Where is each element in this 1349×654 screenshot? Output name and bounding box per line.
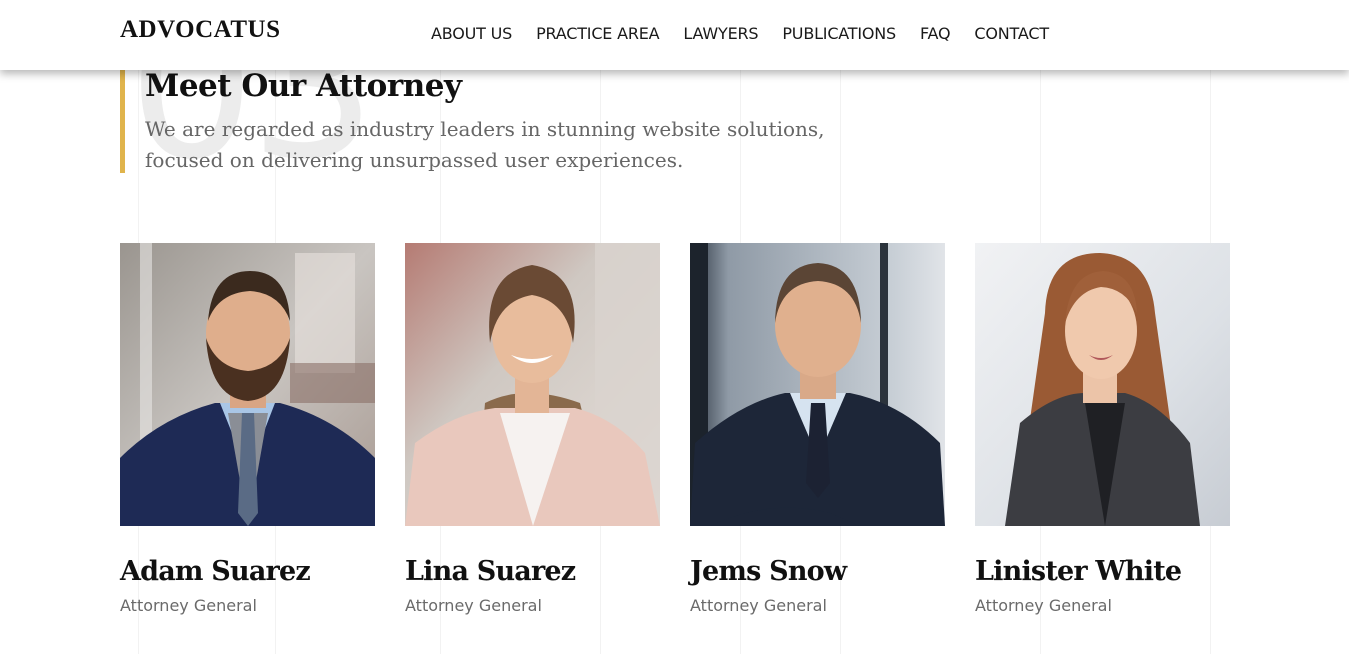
team-grid: Adam Suarez Attorney General Lina Suarez… — [120, 243, 1230, 615]
site-logo[interactable]: ADVOCATUS — [120, 16, 281, 44]
attorney-name[interactable]: Adam Suarez — [120, 556, 375, 587]
accent-bar — [120, 70, 125, 173]
attorney-role: Attorney General — [690, 596, 827, 615]
team-card[interactable]: Linister White Attorney General — [975, 243, 1230, 615]
attorney-role: Attorney General — [975, 596, 1112, 615]
nav-faq[interactable]: FAQ — [920, 24, 951, 43]
nav-contact[interactable]: CONTACT — [974, 24, 1049, 43]
attorney-photo[interactable] — [405, 243, 660, 526]
nav-practice-area[interactable]: PRACTICE AREA — [536, 24, 660, 43]
section-description: We are regarded as industry leaders in s… — [145, 117, 825, 172]
attorney-name[interactable]: Lina Suarez — [405, 556, 660, 587]
nav-lawyers[interactable]: LAWYERS — [683, 24, 758, 43]
nav-publications[interactable]: PUBLICATIONS — [782, 24, 896, 43]
attorney-photo[interactable] — [690, 243, 945, 526]
attorney-photo[interactable] — [120, 243, 375, 526]
attorney-name[interactable]: Linister White — [975, 556, 1230, 587]
nav-about-us[interactable]: ABOUT US — [431, 24, 512, 43]
attorney-role: Attorney General — [120, 596, 257, 615]
site-header: ADVOCATUS ABOUT US PRACTICE AREA LAWYERS… — [0, 0, 1349, 70]
attorney-role: Attorney General — [405, 596, 542, 615]
attorney-name[interactable]: Jems Snow — [690, 556, 945, 587]
attorney-photo[interactable] — [975, 243, 1230, 526]
team-card[interactable]: Lina Suarez Attorney General — [405, 243, 660, 615]
section-heading: 03 Meet Our Attorney We are regarded as … — [120, 0, 880, 188]
team-card[interactable]: Adam Suarez Attorney General — [120, 243, 375, 615]
section-title: Meet Our Attorney — [145, 68, 462, 104]
main-nav: ABOUT US PRACTICE AREA LAWYERS PUBLICATI… — [431, 24, 1049, 43]
team-card[interactable]: Jems Snow Attorney General — [690, 243, 945, 615]
